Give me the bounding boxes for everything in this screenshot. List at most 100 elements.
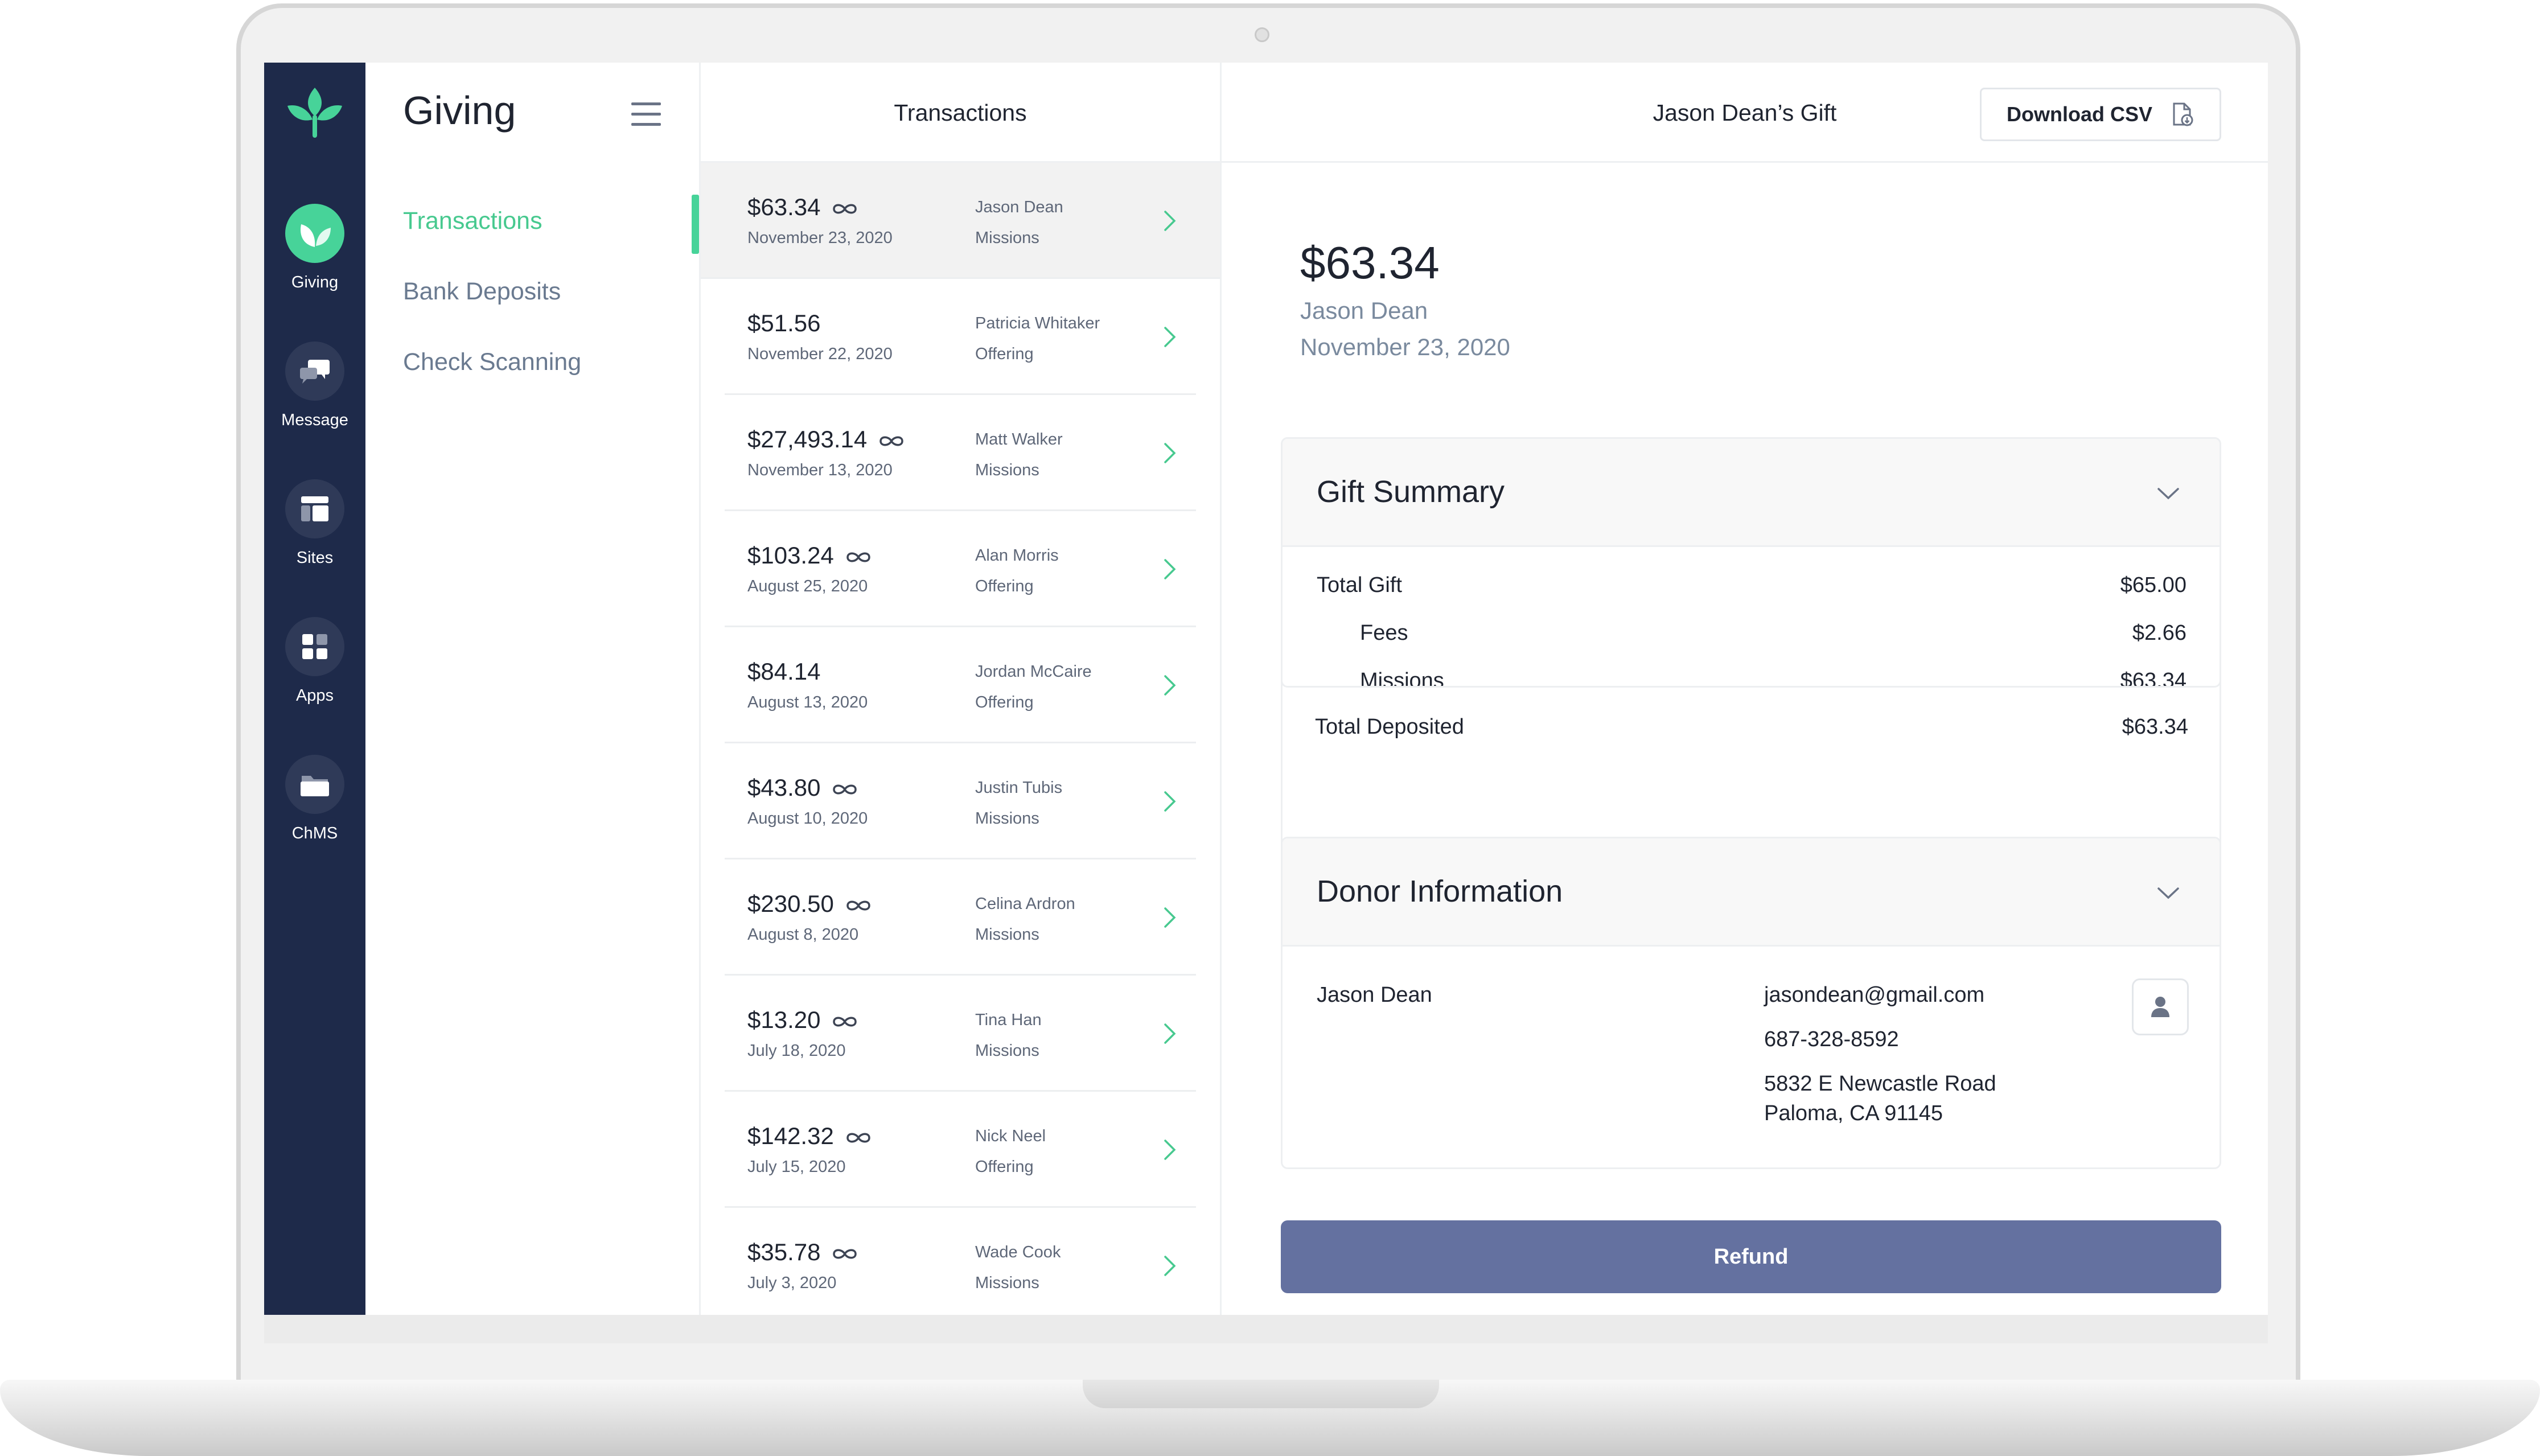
person-icon (2151, 997, 2169, 1017)
missions-value: $63.34 (2120, 669, 2186, 688)
rail-item-chms[interactable]: ChMS (264, 755, 365, 843)
transaction-fund: Missions (975, 926, 1039, 944)
transaction-date: July 18, 2020 (747, 1042, 846, 1060)
transaction-date: August 10, 2020 (747, 809, 868, 828)
transaction-donor: Jason Dean (975, 198, 1063, 216)
transaction-donor: Wade Cook (975, 1243, 1061, 1261)
transaction-row[interactable]: $43.80 August 10, 2020 Justin Tubis Mission… (725, 743, 1196, 859)
laptop-notch (1083, 1380, 1439, 1408)
nav-item-transactions[interactable]: Transactions (403, 207, 542, 235)
total-gift-label: Total Gift (1317, 573, 1402, 597)
chevron-right-icon[interactable] (1163, 326, 1177, 348)
recurring-icon (846, 552, 870, 562)
rail-item-message[interactable]: Message (264, 342, 365, 430)
amount-text: $43.80 (747, 774, 821, 801)
transaction-donor: Nick Neel (975, 1127, 1046, 1145)
transaction-amount: $84.14 (747, 658, 820, 685)
nav-item-check-scanning[interactable]: Check Scanning (403, 348, 581, 376)
rail-label: Message (281, 411, 348, 429)
transaction-row[interactable]: $51.56 November 22, 2020 Patricia Whitaker… (725, 279, 1196, 395)
transaction-donor: Alan Morris (975, 546, 1059, 565)
total-deposited-label: Total Deposited (1315, 715, 1464, 739)
grid-icon (302, 634, 327, 659)
gift-summary-card: Gift Summary Total Gift $65.00 Fees $2.6… (1281, 437, 2221, 688)
total-gift-value: $65.00 (2120, 573, 2186, 597)
donor-address-line1: 5832 E Newcastle Road (1764, 1072, 1996, 1096)
nav-active-indicator (692, 195, 699, 254)
rail-label: Giving (291, 273, 339, 291)
donor-address-line2: Paloma, CA 91145 (1764, 1101, 1943, 1125)
rail-label: Apps (295, 686, 334, 705)
transactions-panel: Transactions $63.34 November 23, 2020 Jaso… (699, 63, 1222, 1315)
donor-profile-button[interactable] (2132, 978, 2189, 1035)
download-csv-button[interactable]: Download CSV (1980, 88, 2221, 141)
menu-icon[interactable] (631, 102, 661, 126)
chevron-right-icon[interactable] (1163, 1138, 1177, 1161)
chevron-right-icon[interactable] (1163, 674, 1177, 697)
chevron-right-icon[interactable] (1163, 558, 1177, 581)
leaf-icon (301, 224, 331, 247)
rail-circle (285, 479, 344, 538)
rail-item-sites[interactable]: Sites (264, 479, 365, 567)
fees-label: Fees (1360, 621, 1408, 645)
transaction-row[interactable]: $84.14 August 13, 2020 Jordan McCaire Offer… (725, 627, 1196, 743)
refund-button[interactable]: Refund (1281, 1220, 2221, 1293)
transaction-fund: Missions (975, 1274, 1039, 1292)
transaction-row[interactable]: $27,493.14 November 13, 2020 Matt Walker Mi… (725, 395, 1196, 511)
donor-email[interactable]: jasondean@gmail.com (1764, 983, 1984, 1007)
transactions-header: Transactions (701, 63, 1220, 163)
camera (1255, 27, 1269, 42)
layout-icon (301, 496, 328, 521)
transaction-row[interactable]: $63.34 November 23, 2020 Jason Dean Mission… (701, 163, 1220, 279)
folder-icon (301, 776, 329, 796)
transaction-fund: Missions (975, 1042, 1039, 1060)
chevron-right-icon[interactable] (1163, 442, 1177, 464)
amount-text: $27,493.14 (747, 426, 868, 453)
gift-detail-panel: Jason Dean’s Gift Download CSV $63.34 Ja… (1222, 63, 2268, 1315)
chevron-down-icon[interactable] (2157, 487, 2180, 500)
transaction-amount: $13.20 (747, 1006, 858, 1034)
amount-text: $230.50 (747, 890, 834, 917)
rail-item-giving[interactable]: Giving (264, 204, 365, 292)
transaction-date: August 13, 2020 (747, 693, 868, 711)
transaction-date: July 15, 2020 (747, 1158, 846, 1176)
transaction-donor: Jordan McCaire (975, 663, 1092, 681)
transaction-donor: Justin Tubis (975, 779, 1063, 797)
nav-item-bank-deposits[interactable]: Bank Deposits (403, 278, 561, 306)
rail-label: ChMS (291, 824, 338, 842)
transaction-donor: Tina Han (975, 1011, 1042, 1029)
rail-circle (285, 755, 344, 814)
rail-item-apps[interactable]: Apps (264, 617, 365, 705)
transaction-row[interactable]: $103.24 August 25, 2020 Alan Morris Offerin… (725, 511, 1196, 627)
detail-header: Jason Dean’s Gift Download CSV (1222, 63, 2268, 163)
download-csv-label: Download CSV (2007, 102, 2153, 126)
chevron-right-icon[interactable] (1163, 209, 1177, 232)
transaction-donor: Matt Walker (975, 430, 1063, 449)
gift-donor: Jason Dean (1300, 297, 1428, 324)
chevron-right-icon[interactable] (1163, 1255, 1177, 1277)
transaction-amount: $63.34 (747, 194, 858, 221)
chevron-right-icon[interactable] (1163, 790, 1177, 813)
amount-text: $35.78 (747, 1239, 821, 1265)
missions-label: Missions (1360, 669, 1444, 688)
recurring-icon (833, 784, 857, 795)
transaction-row[interactable]: $230.50 August 8, 2020 Celina Ardron Missio… (725, 859, 1196, 976)
transaction-fund: Offering (975, 577, 1034, 595)
transaction-amount: $43.80 (747, 774, 858, 801)
donor-info-title: Donor Information (1317, 874, 1563, 908)
chevron-right-icon[interactable] (1163, 906, 1177, 929)
rail-circle (285, 204, 344, 263)
chat-icon (300, 360, 330, 384)
donor-phone[interactable]: 687-328-8592 (1764, 1027, 1899, 1052)
amount-text: $103.24 (747, 542, 834, 569)
transaction-row[interactable]: $13.20 July 18, 2020 Tina Han Missions (725, 976, 1196, 1092)
transaction-row[interactable]: $142.32 July 15, 2020 Nick Neel Offering (725, 1092, 1196, 1208)
rail-circle (285, 342, 344, 401)
donor-info-header[interactable]: Donor Information (1283, 838, 2220, 947)
transaction-row[interactable]: $35.78 July 3, 2020 Wade Cook Missions (725, 1208, 1196, 1315)
transaction-date: November 22, 2020 (747, 345, 893, 363)
chevron-right-icon[interactable] (1163, 1022, 1177, 1045)
transaction-date: July 3, 2020 (747, 1274, 837, 1292)
chevron-down-icon[interactable] (2157, 886, 2180, 900)
gift-summary-header[interactable]: Gift Summary (1283, 439, 2220, 547)
